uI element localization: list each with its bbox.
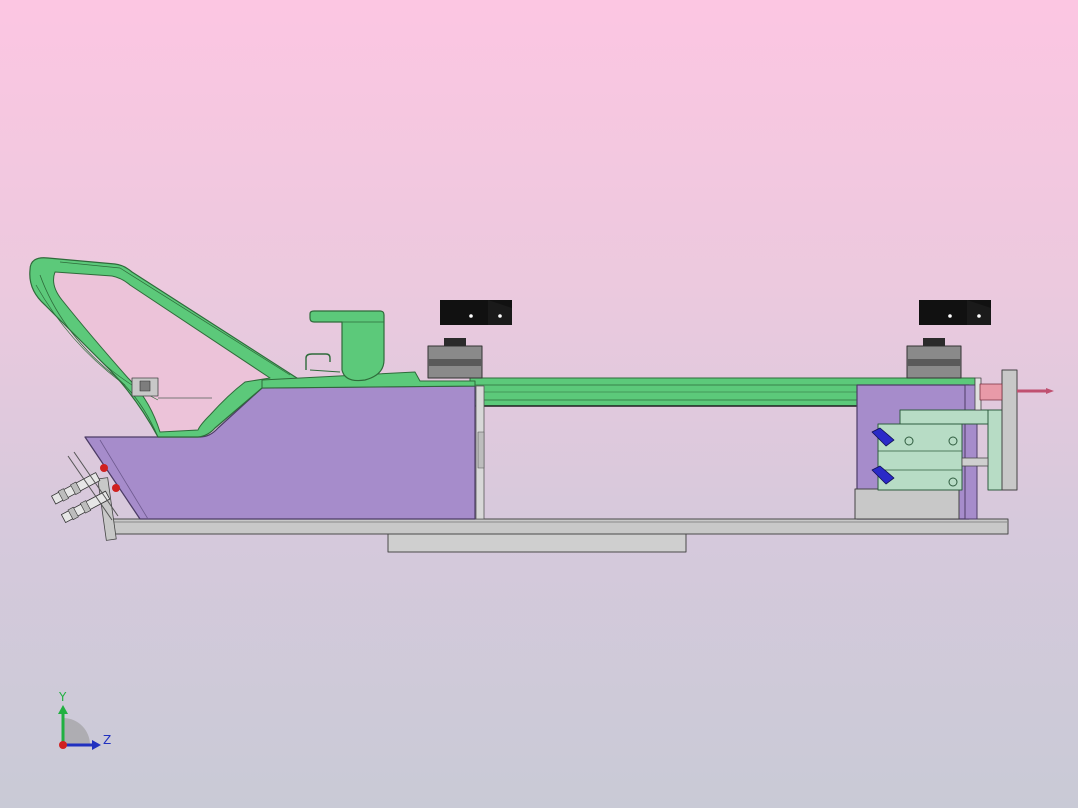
triad-z-label: Z (103, 733, 111, 747)
triad-y-arrowhead (58, 705, 68, 714)
orientation-triad[interactable]: Y Z (58, 690, 111, 750)
base-plate (107, 518, 1009, 535)
green-post (305, 310, 385, 382)
right-cylinder-assembly (854, 369, 1054, 520)
triad-xz-plane (63, 718, 90, 745)
lower-base-block (387, 532, 687, 553)
stepper-motor-left (427, 300, 512, 379)
stepper-motor-right (906, 300, 991, 379)
assembly-model[interactable] (29, 257, 1054, 553)
cad-viewport[interactable]: Y Z (0, 0, 1078, 808)
triad-z-arrowhead (92, 740, 101, 750)
triad-y-label: Y (58, 690, 67, 704)
triad-x-axis (59, 741, 67, 749)
